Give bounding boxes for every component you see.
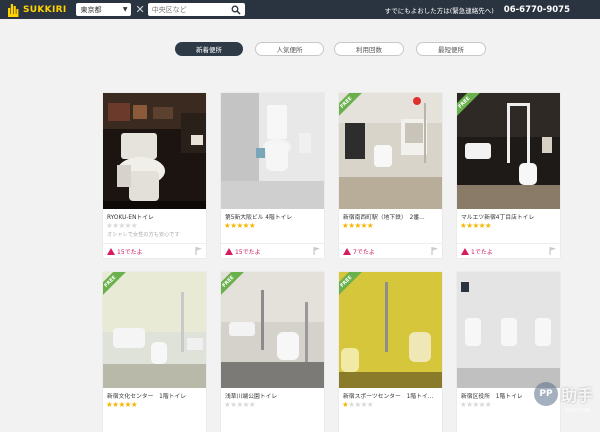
star-rating: ★★★★★ <box>339 221 442 230</box>
star-icon: ★★★★★ <box>342 221 373 230</box>
emergency-link[interactable]: すでにもよおした方は(緊急連絡先へ) <box>385 5 494 15</box>
hand-logo-icon <box>7 3 19 17</box>
toilet-photo[interactable]: FREE <box>457 93 560 209</box>
toilet-name[interactable]: 新宿スポーツセンター 1階トイ... <box>339 388 442 400</box>
toilet-photo[interactable]: FREE <box>221 272 324 388</box>
photo-image <box>457 93 560 209</box>
toilet-card[interactable]: 新宿区役所 1階トイレ ★★★★★ <box>457 272 560 432</box>
star-rating: ★★★★★ <box>103 400 206 409</box>
flag-icon[interactable] <box>431 247 438 255</box>
toilet-card[interactable]: FREE マルエツ新宿4丁目店トイレ ★★★★★ 1でたよ <box>457 93 560 258</box>
toilet-card[interactable]: 第5新大阪ビル 4階トイレ ★★★★★ 15でたよ <box>221 93 324 258</box>
toilet-name[interactable]: マルエツ新宿4丁目店トイレ <box>457 209 560 221</box>
tab-usage-count[interactable]: 利用回数 <box>334 42 404 56</box>
search-input[interactable] <box>152 6 228 14</box>
card-footer: 7でたよ <box>339 243 442 258</box>
phone-number[interactable]: 06-6770-9075 <box>504 5 570 15</box>
caret-down-icon: ▼ <box>123 6 128 13</box>
tab-nearest[interactable]: 最短便所 <box>416 42 486 56</box>
photo-image <box>339 93 442 209</box>
star-icon: ★★★★★ <box>106 221 137 230</box>
search-box[interactable] <box>148 3 245 16</box>
photo-image <box>103 272 206 388</box>
logo[interactable]: SUKKIRI <box>7 0 66 19</box>
toilet-photo[interactable]: FREE <box>339 93 442 209</box>
toilet-name[interactable]: 新宿南西町駅（地下鉄） 2番... <box>339 209 442 221</box>
star-icon: ★★★★★ <box>460 221 491 230</box>
watermark-text: 助手 <box>561 382 593 406</box>
like-count: 15でたよ <box>235 247 261 256</box>
toilet-description <box>339 230 442 238</box>
toilet-card[interactable]: FREE 新宿文化センター 1階トイレ ★★★★★ <box>103 272 206 432</box>
toilet-photo[interactable] <box>221 93 324 209</box>
photo-image <box>457 272 560 388</box>
top-bar: SUKKIRI 東京都 ▼ ✕ すでにもよおした方は(緊急連絡先へ) 06-67… <box>0 0 600 19</box>
toilet-name[interactable]: 第5新大阪ビル 4階トイレ <box>221 209 324 221</box>
search-icon[interactable] <box>231 5 241 15</box>
star-rating: ★★★★★ <box>457 221 560 230</box>
toilet-description <box>221 230 324 238</box>
card-footer: 1でたよ <box>457 243 560 258</box>
toilet-name[interactable]: 浅草川端公園トイレ <box>221 388 324 400</box>
poop-icon[interactable] <box>343 248 351 255</box>
filter-tabs: 新着便所 人気便所 利用回数 最短便所 <box>0 42 600 56</box>
photo-image <box>221 272 324 388</box>
star-icon: ★★★★★ <box>106 400 137 409</box>
logo-text: SUKKIRI <box>23 5 66 15</box>
star-icon: ★★★★★ <box>460 400 491 409</box>
toilet-name[interactable]: 新宿文化センター 1階トイレ <box>103 388 206 400</box>
like-count: 15でたよ <box>117 247 143 256</box>
toilet-card[interactable]: FREE 新宿南西町駅（地下鉄） 2番... ★★★★★ 7でたよ <box>339 93 442 258</box>
card-footer: 15でたよ <box>221 243 324 258</box>
flag-icon[interactable] <box>549 247 556 255</box>
flag-icon[interactable] <box>313 247 320 255</box>
toilet-photo[interactable]: FREE <box>339 272 442 388</box>
like-count: 1でたよ <box>471 247 493 256</box>
toilet-description <box>457 230 560 238</box>
prefecture-select[interactable]: 東京都 ▼ <box>76 3 131 16</box>
poop-icon[interactable] <box>225 248 233 255</box>
toilet-card[interactable]: FREE 浅草川端公園トイレ ★★★★★ <box>221 272 324 432</box>
star-icon: ★★★★★ <box>224 221 255 230</box>
star-icon: ★★★★ <box>348 400 373 409</box>
close-icon[interactable]: ✕ <box>135 4 144 15</box>
photo-image <box>103 93 206 209</box>
watermark: PP 助手 25PP.COM <box>534 382 593 406</box>
watermark-subtext: 25PP.COM <box>565 408 590 414</box>
star-icon: ★★★★★ <box>224 400 255 409</box>
star-rating: ★★★★★ <box>103 221 206 230</box>
star-rating: ★★★★★ <box>339 400 442 409</box>
toilet-photo[interactable] <box>457 272 560 388</box>
photo-image <box>339 272 442 388</box>
tab-newest[interactable]: 新着便所 <box>175 42 243 56</box>
flag-icon[interactable] <box>195 247 202 255</box>
card-footer: 15でたよ <box>103 243 206 258</box>
toilet-card[interactable]: FREE 新宿スポーツセンター 1階トイ... ★★★★★ <box>339 272 442 432</box>
photo-image <box>221 93 324 209</box>
tab-popular[interactable]: 人気便所 <box>255 42 324 56</box>
poop-icon[interactable] <box>107 248 115 255</box>
like-count: 7でたよ <box>353 247 375 256</box>
toilet-photo[interactable]: FREE <box>103 272 206 388</box>
watermark-logo: PP <box>534 382 558 406</box>
poop-icon[interactable] <box>461 248 469 255</box>
prefecture-value: 東京都 <box>80 5 101 15</box>
toilet-description: オシャレで女性の方も安心です <box>103 230 206 238</box>
toilet-name[interactable]: RYOKU-ENトイレ <box>103 209 206 221</box>
star-rating: ★★★★★ <box>221 221 324 230</box>
toilet-photo[interactable] <box>103 93 206 209</box>
star-rating: ★★★★★ <box>221 400 324 409</box>
toilet-card[interactable]: RYOKU-ENトイレ ★★★★★ オシャレで女性の方も安心です 15でたよ <box>103 93 206 258</box>
